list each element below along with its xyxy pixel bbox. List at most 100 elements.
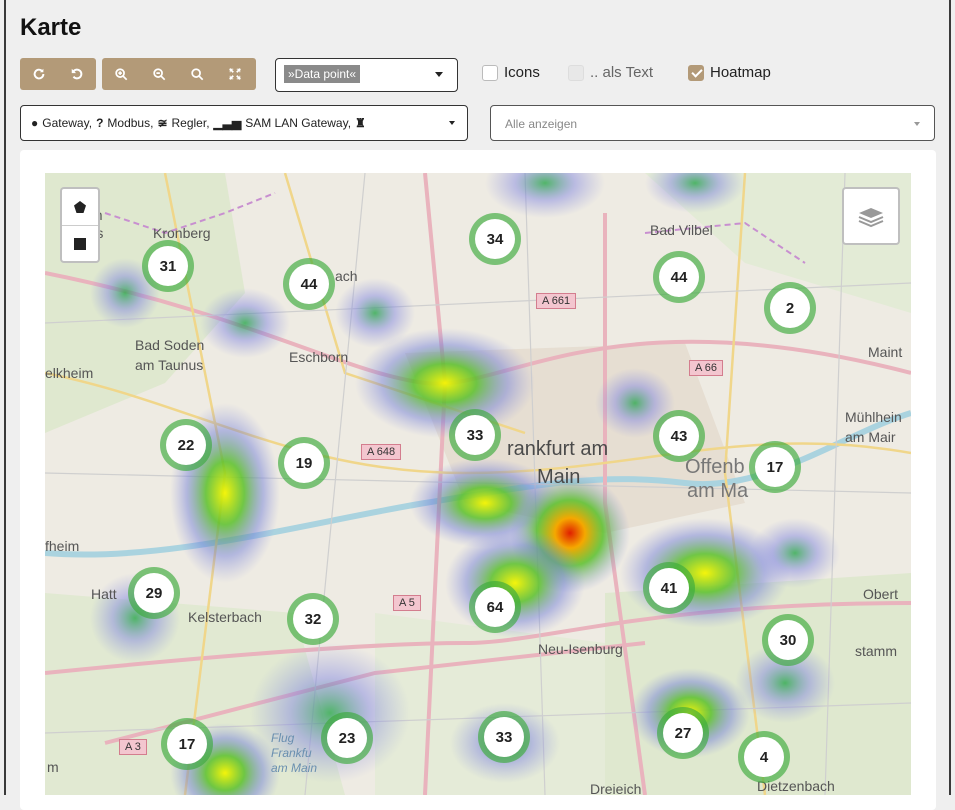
cluster-marker[interactable]: 23 (321, 712, 373, 764)
cluster-count: 30 (768, 620, 808, 660)
road-sign: A 661 (536, 293, 577, 309)
map-label: am Mair (845, 429, 896, 445)
cluster-marker[interactable]: 34 (469, 213, 521, 265)
zoom-out-icon (153, 68, 166, 81)
draw-polygon-button[interactable] (62, 189, 98, 225)
map-label: Mühlhein (845, 409, 902, 425)
cluster-marker[interactable]: 33 (478, 711, 530, 763)
icons-label: Icons (504, 64, 540, 81)
question-icon: ? (96, 116, 104, 130)
expand-icon (229, 68, 241, 80)
cluster-count: 17 (167, 724, 207, 764)
map-label: fheim (45, 538, 80, 554)
signal-icon: ▁▃▅ (213, 116, 242, 130)
road-sign: A 3 (119, 739, 147, 755)
map-label: rankfurt am (507, 438, 609, 460)
zoom-out-button[interactable] (140, 58, 178, 90)
map-label: am Taunus (135, 357, 204, 373)
road-sign: A 66 (689, 360, 724, 376)
datapoint-select[interactable]: »Data point« (275, 58, 458, 92)
map-label: Bad Vilbel (650, 222, 713, 238)
zoom-in-button[interactable] (102, 58, 140, 90)
checkbox-checked-icon (688, 64, 704, 81)
zoom-in-icon (115, 68, 128, 81)
cluster-count: 27 (663, 713, 703, 753)
map-label: Dreieich (590, 781, 642, 795)
cluster-marker[interactable]: 43 (653, 410, 705, 462)
cluster-count: 44 (289, 264, 329, 304)
as-text-label: .. als Text (590, 64, 654, 81)
toolbar-group-zoom (102, 58, 256, 90)
sliders-icon: ≆ (157, 116, 168, 130)
icons-checkbox[interactable]: Icons (482, 64, 540, 81)
cluster-marker[interactable]: 44 (653, 251, 705, 303)
heatmap-checkbox[interactable]: Hoatmap (688, 64, 771, 81)
cluster-count: 31 (148, 246, 188, 286)
cluster-marker[interactable]: 30 (762, 614, 814, 666)
reset-button[interactable] (58, 58, 96, 90)
cluster-count: 23 (327, 718, 367, 758)
refresh-icon (33, 68, 45, 80)
layers-button[interactable] (842, 187, 900, 245)
chevron-down-icon (449, 121, 455, 125)
cluster-marker[interactable]: 41 (643, 562, 695, 614)
draw-toolbar (60, 187, 100, 263)
cluster-marker[interactable]: 17 (749, 441, 801, 493)
checkbox-box (568, 64, 584, 81)
map-label: am Main (271, 761, 318, 775)
fit-bounds-button[interactable] (216, 58, 254, 90)
map-label: Offenb (685, 456, 745, 478)
device-type-select[interactable]: ● Gateway, ? Modbus, ≆ Regler, ▁▃▅ SAM L… (20, 105, 468, 141)
cluster-count: 33 (484, 717, 524, 757)
cluster-count: 4 (744, 737, 784, 777)
cluster-marker[interactable]: 31 (142, 240, 194, 292)
map-label: am Ma (687, 480, 749, 502)
polygon-icon (74, 201, 86, 213)
cluster-marker[interactable]: 33 (449, 409, 501, 461)
datapoint-select-value: »Data point« (284, 65, 361, 83)
draw-rectangle-button[interactable] (62, 225, 98, 262)
page-title: Karte (20, 14, 82, 41)
cluster-marker[interactable]: 4 (738, 731, 790, 783)
cluster-count: 34 (475, 219, 515, 259)
road-sign: A 648 (361, 444, 402, 460)
window-border-left (4, 0, 6, 795)
cluster-marker[interactable]: 64 (469, 581, 521, 633)
map-label: elkheim (45, 365, 94, 381)
chevron-down-icon (914, 122, 920, 126)
cluster-count: 19 (284, 443, 324, 483)
cluster-count: 41 (649, 568, 689, 608)
cluster-marker[interactable]: 29 (128, 567, 180, 619)
as-text-checkbox[interactable]: .. als Text (568, 64, 653, 81)
map-view[interactable]: stein unus Kronberg ach Bad Vilbel Bad S… (45, 173, 911, 795)
cluster-marker[interactable]: 22 (160, 419, 212, 471)
cluster-count: 33 (455, 415, 495, 455)
cluster-marker[interactable]: 17 (161, 718, 213, 770)
tower-icon: ♜ (355, 116, 366, 130)
map-label: Frankfu (271, 746, 312, 760)
search-button[interactable] (178, 58, 216, 90)
cluster-count: 29 (134, 573, 174, 613)
cluster-marker[interactable]: 44 (283, 258, 335, 310)
cluster-marker[interactable]: 19 (278, 437, 330, 489)
cluster-count: 17 (755, 447, 795, 487)
type-item-sam-lan-gateway: SAM LAN Gateway, (245, 116, 352, 130)
map-label: Obert (863, 586, 899, 602)
window-border-right (949, 0, 951, 795)
search-icon (191, 68, 204, 81)
cluster-count: 64 (475, 587, 515, 627)
map-label: Hatt (91, 586, 117, 602)
cluster-count: 2 (770, 288, 810, 328)
filter-select[interactable]: Alle anzeigen (490, 105, 935, 141)
map-label: Main (537, 466, 581, 488)
cluster-marker[interactable]: 27 (657, 707, 709, 759)
refresh-button[interactable] (20, 58, 58, 90)
undo-icon (71, 68, 83, 80)
cluster-marker[interactable]: 32 (287, 593, 339, 645)
type-item-modbus: Modbus, (107, 116, 154, 130)
cluster-count: 43 (659, 416, 699, 456)
cluster-marker[interactable]: 2 (764, 282, 816, 334)
map-label: Bad Soden (135, 337, 205, 353)
square-icon (74, 238, 86, 250)
chevron-down-icon (435, 72, 443, 77)
